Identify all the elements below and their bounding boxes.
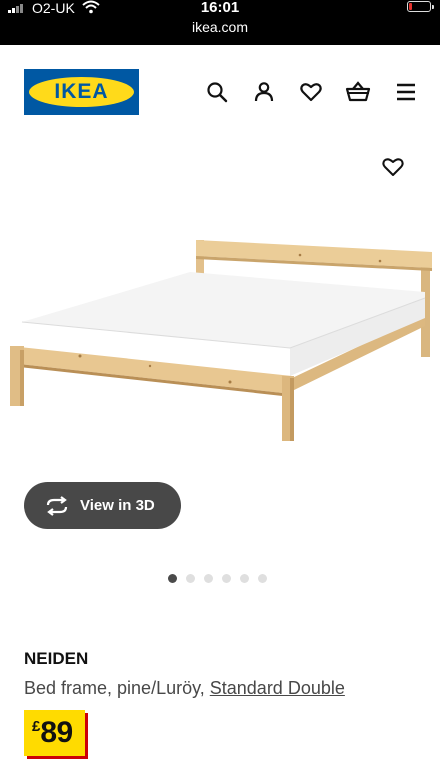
- heart-icon[interactable]: [299, 80, 323, 104]
- heart-icon: [382, 158, 404, 176]
- ikea-logo[interactable]: IKEA: [24, 69, 139, 115]
- status-bar: O2-UK 16:01 ikea.com: [0, 0, 440, 45]
- add-to-favourites-button[interactable]: [381, 155, 405, 179]
- product-image[interactable]: [0, 200, 440, 500]
- price-tag: £ 89: [24, 710, 85, 756]
- product-description-text: Bed frame, pine/Luröy,: [24, 678, 210, 698]
- rotate-3d-icon: [44, 495, 70, 516]
- search-icon[interactable]: [205, 80, 229, 104]
- logo-text: IKEA: [54, 80, 109, 103]
- product-description: Bed frame, pine/Luröy, Standard Double: [24, 676, 345, 700]
- image-carousel-dots: [168, 574, 267, 583]
- clock-time: 16:01: [200, 0, 240, 16]
- carousel-dot[interactable]: [168, 574, 177, 583]
- menu-icon[interactable]: [394, 80, 418, 104]
- price-amount: 89: [40, 716, 73, 749]
- price-currency: £: [32, 718, 41, 735]
- carousel-dot[interactable]: [186, 574, 195, 583]
- size-link[interactable]: Standard Double: [210, 678, 345, 698]
- url-bar[interactable]: ikea.com: [0, 19, 440, 36]
- site-header: IKEA: [0, 45, 440, 137]
- battery-icon: [407, 1, 434, 12]
- carousel-dot[interactable]: [258, 574, 267, 583]
- profile-icon[interactable]: [252, 80, 276, 104]
- carousel-dot[interactable]: [204, 574, 213, 583]
- carousel-dot[interactable]: [222, 574, 231, 583]
- product-name: NEIDEN: [24, 649, 89, 668]
- view-in-3d-label: View in 3D: [80, 497, 155, 514]
- view-in-3d-button[interactable]: View in 3D: [24, 482, 181, 529]
- basket-icon[interactable]: [345, 80, 371, 104]
- carousel-dot[interactable]: [240, 574, 249, 583]
